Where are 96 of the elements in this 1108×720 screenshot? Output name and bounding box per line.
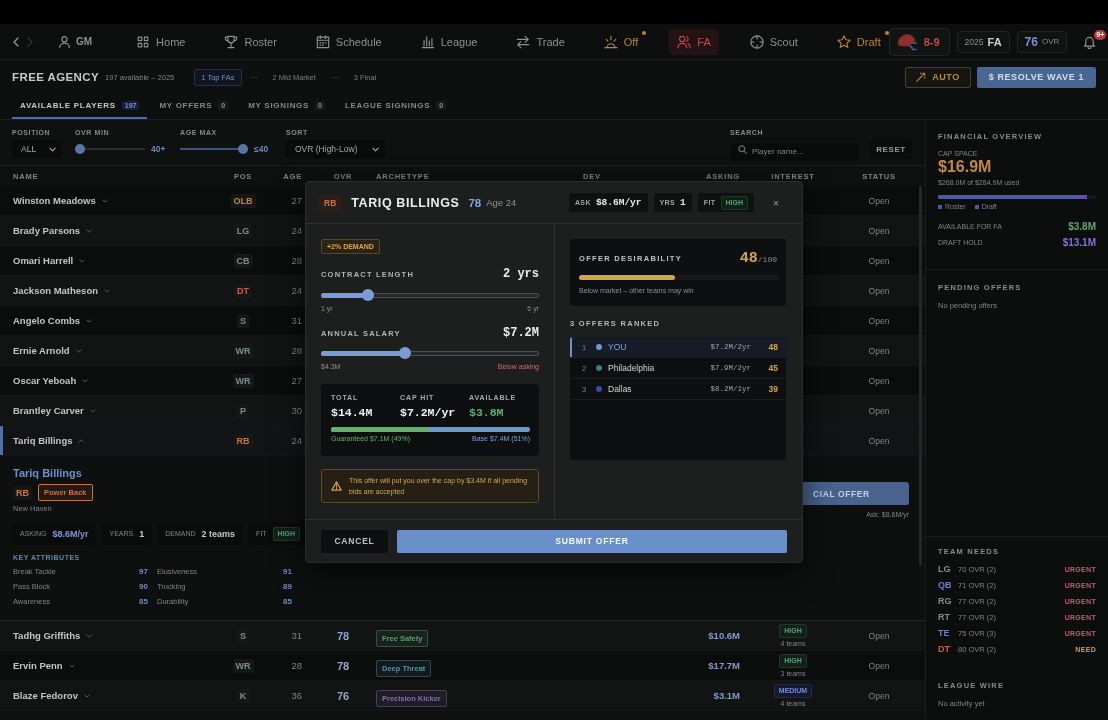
player-status: Open [868,375,890,386]
desirability-score: 48/100 [739,250,777,267]
player-name: Ervin Penn [13,660,63,671]
field-value: 2 yrs [503,267,539,281]
player-status: Open [868,405,890,416]
position-badge: WR [232,343,254,358]
attribute-value: 97 [139,567,148,576]
position-badge: P [237,403,249,418]
player-name: Omari Harrell [13,255,74,266]
chip-value: $8.6M/yr [595,197,642,208]
player-status: Open [868,630,890,641]
offer-score: 45 [767,363,778,373]
position-badge: WR [232,658,254,673]
player-ovr: 78 [336,629,350,642]
player-age: 36 [291,690,302,701]
need-position: RG [938,596,953,606]
position-badge: CB [233,253,253,268]
position-badge: RB [233,433,253,448]
player-age: 30 [291,405,302,416]
attribute-value: 89 [283,582,292,591]
stat-value: $8.6M/yr [52,528,89,539]
player-status: Open [868,660,890,671]
need-position: RT [938,612,951,622]
summary-value: $3.8M [469,406,504,419]
player-status: Open [868,435,890,446]
position-badge: WR [232,373,254,388]
player-age: 24 [291,225,302,236]
player-age: 28 [291,345,302,356]
position-badge: RB [13,485,32,500]
player-age: Age 24 [486,197,517,208]
position-badge: OLB [230,193,256,208]
player-age: 24 [291,435,302,446]
player-name: Tadhg Griffiths [13,630,81,641]
player-age: 28 [291,660,302,671]
slider-reading: ≤40 [254,144,269,154]
player-status: Open [868,345,890,356]
asking-price: $10.6M [708,630,740,641]
position-badge: DT [234,283,252,298]
need-position: DT [938,644,951,654]
player-name: Brady Parsons [13,225,81,236]
player-status: Open [868,195,890,206]
cap-space-value: $16.9M [938,158,992,176]
stat-value: 1 [139,528,145,539]
stat-value: 2 teams [201,528,236,539]
attribute-value: 85 [139,597,148,606]
field-value: $7.2M [503,326,539,340]
player-ovr: 76 [336,689,350,702]
player-name: Angelo Combs [13,315,81,326]
summary-value: $14.4M [331,406,373,419]
player-ovr: 78 [468,196,482,209]
position-badge: RB [318,193,343,212]
player-status: Open [868,315,890,326]
asking-price: $3.1M [713,690,740,701]
offer-score: 39 [767,384,778,394]
player-age: 24 [291,285,302,296]
player-status: Open [868,225,890,236]
player-status: Open [868,255,890,266]
player-name: Winston Meadows [13,195,96,206]
attribute-value: 91 [283,567,292,576]
player-name: Oscar Yeboah [13,375,77,386]
player-status: Open [868,690,890,701]
page-title: FREE AGENCY [12,71,100,83]
player-name: Brantley Carver [13,405,84,416]
position-badge: K [236,688,250,703]
attribute-value: 90 [139,582,148,591]
player-name: Tariq Billings [13,435,73,446]
player-ovr: 78 [336,659,350,672]
dialog-title: TARIQ BILLINGS [351,195,460,210]
player-age: 27 [291,375,302,386]
offer-team: Philadelphia [608,363,656,373]
player-name: Blaze Fedorov [13,690,78,701]
player-status: Open [868,285,890,296]
position-badge: LG [233,223,253,238]
offer-team: Dallas [608,384,633,394]
position-badge: S [237,313,249,328]
player-age: 31 [291,315,302,326]
finance-value: $3.8M [1068,220,1096,232]
position-badge: S [237,628,249,643]
offer-team: YOU [608,342,628,352]
player-name: Jackson Matheson [13,285,98,296]
attribute-value: 85 [283,597,292,606]
offer-score: 48 [767,342,778,352]
player-age: 27 [291,195,302,206]
need-position: QB [938,580,953,590]
chip-value: 1 [680,197,686,208]
need-position: TE [938,628,951,638]
team-ovr-badge: 76 OVR [1016,30,1068,53]
asking-price: $17.7M [708,660,740,671]
player-age: 28 [291,255,302,266]
summary-value: $7.2M/yr [400,406,456,419]
need-position: LG [938,564,952,574]
finance-value: $13.1M [1062,236,1096,248]
season-badge: 2025 FA [956,30,1010,53]
player-age: 31 [291,630,302,641]
player-name: Ernie Arnold [13,345,70,356]
slider-reading: 40+ [151,144,166,154]
